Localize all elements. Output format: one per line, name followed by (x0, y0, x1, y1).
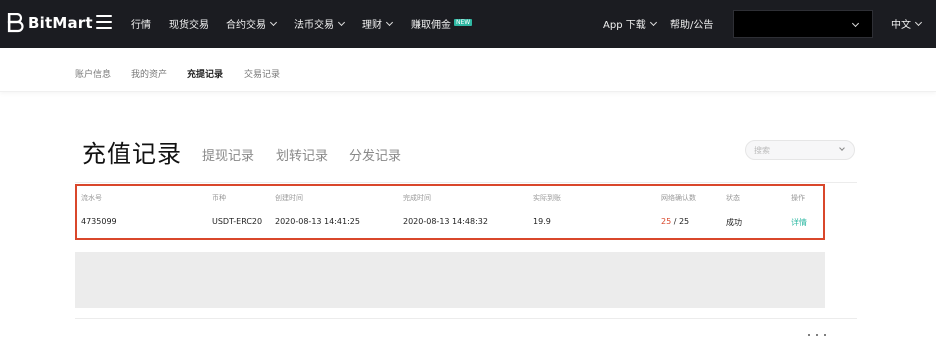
column-header-completed-time: 完成时间 (403, 194, 431, 202)
confirmations-total: 25 (678, 217, 690, 226)
nav-item-fiat[interactable]: 法币交易 (294, 16, 346, 31)
chevron-down-icon (269, 18, 278, 26)
chevron-down-icon (385, 18, 394, 26)
cell-amount: 19.9 (533, 217, 551, 226)
cell-status: 成功 (726, 218, 742, 227)
chevron-down-icon (337, 18, 346, 26)
language-label: 中文 (891, 20, 911, 31)
more-dots-icon[interactable] (808, 334, 832, 340)
search-placeholder: 搜索 (754, 146, 770, 155)
nav-item-market[interactable]: 行情 (131, 16, 151, 31)
tab-withdraw-records[interactable]: 提现记录 (202, 145, 254, 164)
tab-distribution-records[interactable]: 分发记录 (349, 145, 401, 164)
nav-item-label: 行情 (131, 20, 151, 31)
nav-item-spot-trading[interactable]: 现货交易 (169, 16, 209, 31)
details-link[interactable]: 详情 (791, 217, 807, 228)
subnav-item-deposit-withdraw-records[interactable]: 充提记录 (187, 67, 223, 80)
column-header-status: 状态 (726, 194, 740, 202)
help-announcements-link[interactable]: 帮助/公告 (670, 16, 713, 31)
nav-item-referral[interactable]: 赚取佣金 NEW (411, 16, 473, 31)
column-header-serial: 流水号 (81, 194, 102, 202)
subnav-item-account-info[interactable]: 账户信息 (75, 67, 111, 80)
nav-item-label: 现货交易 (169, 20, 209, 31)
hamburger-menu-icon[interactable] (96, 15, 112, 29)
cell-currency: USDT-ERC20 (212, 217, 263, 226)
nav-item-label: 理财 (362, 20, 382, 31)
nav-item-label: App 下载 (603, 20, 646, 31)
dot (824, 334, 826, 336)
nav-item-label: 赚取佣金 (411, 20, 451, 31)
nav-item-label: 法币交易 (294, 20, 334, 31)
column-header-action: 操作 (791, 194, 805, 202)
top-navbar: BitMart 行情 现货交易 合约交易 法币交易 理财 赚取佣金 NEW App… (0, 0, 936, 48)
chevron-down-icon (914, 18, 923, 26)
language-selector[interactable]: 中文 (891, 16, 923, 31)
confirmations-done: 25 (661, 217, 672, 226)
tab-transfer-records[interactable]: 划转记录 (276, 145, 328, 164)
brand-logo[interactable]: BitMart (6, 13, 93, 33)
account-menu[interactable] (733, 10, 873, 38)
chevron-down-icon (851, 19, 860, 28)
nav-item-futures[interactable]: 合约交易 (226, 16, 278, 31)
dot (816, 334, 818, 336)
dot (808, 334, 810, 336)
highlighted-table-region (75, 184, 825, 240)
loading-placeholder-block (75, 252, 825, 308)
column-header-currency: 币种 (212, 194, 226, 202)
column-header-amount: 实际到账 (533, 194, 561, 202)
nav-item-earn[interactable]: 理财 (362, 16, 394, 31)
subnav-item-trade-records[interactable]: 交易记录 (244, 67, 280, 80)
divider (75, 318, 857, 319)
cell-serial: 4735099 (81, 217, 117, 226)
confirmations-separator: / (671, 217, 679, 226)
nav-item-label: 合约交易 (226, 20, 266, 31)
subnav-item-my-assets[interactable]: 我的资产 (131, 67, 167, 80)
column-header-confirmations: 网络确认数 (661, 194, 696, 202)
bitmart-logo-icon (7, 13, 24, 33)
currency-search-select[interactable]: 搜索 (745, 140, 855, 160)
divider (75, 182, 857, 183)
column-header-created-time: 创建时间 (275, 194, 303, 202)
chevron-down-icon (649, 18, 657, 26)
brand-name: BitMart (28, 14, 93, 32)
cell-completed-time: 2020-08-13 14:48:32 (403, 217, 488, 226)
cell-created-time: 2020-08-13 14:41:25 (275, 217, 360, 226)
page-title-deposit-records[interactable]: 充值记录 (82, 134, 182, 169)
nav-item-label: 帮助/公告 (670, 20, 714, 31)
new-badge: NEW (454, 18, 473, 26)
cell-confirmations: 25 / 25 (661, 217, 689, 226)
account-subnav: 账户信息 我的资产 充提记录 交易记录 (0, 48, 936, 92)
chevron-down-icon (839, 145, 845, 151)
app-download-menu[interactable]: App 下载 (603, 16, 657, 31)
